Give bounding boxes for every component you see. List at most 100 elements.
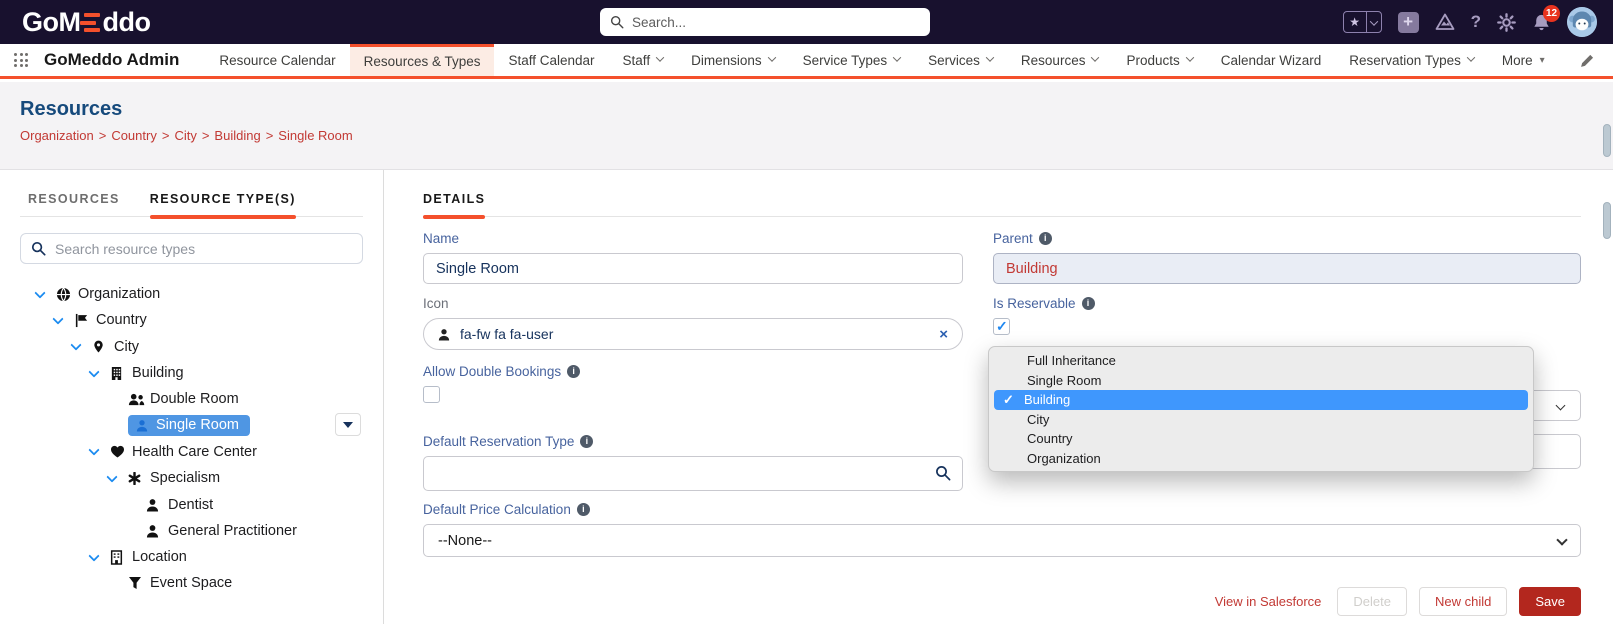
tab-resources[interactable]: Resources bbox=[1007, 44, 1113, 76]
chevron-down-icon bbox=[986, 53, 994, 61]
chevron-down-icon bbox=[893, 53, 901, 61]
trailhead-icon[interactable] bbox=[1435, 13, 1455, 31]
tree-item-single-room[interactable]: Single Room bbox=[20, 412, 363, 438]
info-icon[interactable]: i bbox=[1082, 297, 1095, 310]
tab-more[interactable]: More▾ bbox=[1488, 44, 1559, 76]
tab-resources-and-types[interactable]: Resources & Types bbox=[350, 44, 495, 76]
chevron-down-icon bbox=[1467, 53, 1475, 61]
favorites-control[interactable]: ★ bbox=[1343, 11, 1382, 33]
breadcrumb-building[interactable]: Building bbox=[214, 128, 260, 143]
tree-collapse-chevron-icon[interactable] bbox=[106, 476, 128, 481]
app-launcher-waffle-icon[interactable] bbox=[14, 53, 28, 67]
scrollbar-thumb[interactable] bbox=[1603, 124, 1611, 157]
breadcrumb-organization[interactable]: Organization bbox=[20, 128, 94, 143]
tab-reservation-types[interactable]: Reservation Types bbox=[1335, 44, 1488, 76]
tab-resource-types[interactable]: RESOURCE TYPE(S) bbox=[150, 192, 296, 216]
resource-type-search[interactable] bbox=[20, 233, 363, 264]
tree-item-general-practitioner[interactable]: General Practitioner bbox=[20, 518, 363, 544]
tree-collapse-chevron-icon[interactable] bbox=[88, 555, 110, 560]
info-icon[interactable]: i bbox=[580, 435, 593, 448]
view-in-salesforce-link[interactable]: View in Salesforce bbox=[1215, 594, 1322, 609]
user-avatar[interactable] bbox=[1567, 7, 1597, 37]
tree-item-dentist[interactable]: Dentist bbox=[20, 491, 363, 517]
tree-item-selected-pill[interactable]: Single Room bbox=[128, 415, 250, 436]
info-icon[interactable]: i bbox=[567, 365, 580, 378]
dropdown-option-city[interactable]: City bbox=[989, 410, 1533, 430]
app-navbar: GoMeddo Admin Resource Calendar Resource… bbox=[0, 44, 1613, 79]
global-actions-icon[interactable]: + bbox=[1398, 12, 1419, 33]
info-icon[interactable]: i bbox=[1039, 232, 1052, 245]
default-price-calculation-label: Default Price Calculationi bbox=[423, 502, 1581, 517]
tab-details[interactable]: DETAILS bbox=[423, 192, 485, 216]
tree-item-health-care-center[interactable]: Health Care Center bbox=[20, 439, 363, 465]
tree-collapse-chevron-icon[interactable] bbox=[70, 344, 92, 349]
search-icon bbox=[610, 15, 624, 29]
tab-staff[interactable]: Staff bbox=[609, 44, 678, 76]
tab-dimensions[interactable]: Dimensions bbox=[677, 44, 789, 76]
scrollbar-thumb[interactable] bbox=[1603, 202, 1611, 239]
search-icon[interactable] bbox=[935, 465, 951, 481]
tree-item-location[interactable]: Location bbox=[20, 544, 363, 570]
global-search[interactable] bbox=[600, 8, 930, 36]
tab-staff-calendar[interactable]: Staff Calendar bbox=[494, 44, 608, 76]
tree-item-country[interactable]: Country bbox=[20, 307, 363, 333]
chevron-down-icon bbox=[656, 53, 664, 61]
setup-gear-icon[interactable] bbox=[1497, 13, 1516, 32]
edit-pencil-icon[interactable] bbox=[1580, 53, 1595, 68]
tree-item-building[interactable]: Building bbox=[20, 360, 363, 386]
tree-collapse-chevron-icon[interactable] bbox=[34, 292, 56, 297]
favorites-caret-icon[interactable] bbox=[1366, 12, 1381, 32]
help-icon[interactable]: ? bbox=[1471, 12, 1481, 32]
tree-item-specialism[interactable]: Specialism bbox=[20, 465, 363, 491]
tree-item-organization[interactable]: Organization bbox=[20, 281, 363, 307]
asterisk-icon bbox=[128, 472, 150, 485]
star-icon[interactable]: ★ bbox=[1344, 12, 1366, 32]
name-input[interactable] bbox=[423, 253, 963, 284]
tree-collapse-chevron-icon[interactable] bbox=[88, 449, 110, 454]
notification-badge: 12 bbox=[1543, 5, 1560, 22]
breadcrumb-city[interactable]: City bbox=[174, 128, 196, 143]
dropdown-option-building-selected[interactable]: ✓ Building bbox=[994, 390, 1528, 410]
global-search-input[interactable] bbox=[632, 15, 920, 30]
form-actions: View in Salesforce Delete New child Save bbox=[423, 587, 1581, 616]
breadcrumb-single-room[interactable]: Single Room bbox=[278, 128, 352, 143]
tab-resource-calendar[interactable]: Resource Calendar bbox=[205, 44, 349, 76]
breadcrumb-country[interactable]: Country bbox=[111, 128, 157, 143]
delete-button[interactable]: Delete bbox=[1337, 587, 1407, 616]
tab-products[interactable]: Products bbox=[1112, 44, 1206, 76]
user-icon bbox=[136, 419, 156, 432]
is-reservable-checkbox[interactable] bbox=[993, 318, 1010, 335]
default-price-calculation-select[interactable]: --None-- bbox=[423, 524, 1581, 557]
dropdown-option-single-room[interactable]: Single Room bbox=[989, 371, 1533, 391]
default-reservation-type-input[interactable] bbox=[423, 456, 963, 491]
tab-calendar-wizard[interactable]: Calendar Wizard bbox=[1207, 44, 1336, 76]
global-header: GoM ddo ★ + ? bbox=[0, 0, 1613, 44]
resource-type-search-input[interactable] bbox=[55, 241, 352, 257]
tab-resources-list[interactable]: RESOURCES bbox=[28, 192, 120, 216]
notifications-control[interactable]: 12 bbox=[1532, 13, 1551, 32]
tree-collapse-chevron-icon[interactable] bbox=[88, 371, 110, 376]
dropdown-option-full-inheritance[interactable]: Full Inheritance bbox=[989, 351, 1533, 371]
clear-icon-button[interactable]: × bbox=[939, 326, 948, 343]
tab-service-types[interactable]: Service Types bbox=[789, 44, 915, 76]
save-button[interactable]: Save bbox=[1519, 587, 1581, 616]
parent-type-dropdown-menu: Full Inheritance Single Room ✓ Building … bbox=[988, 346, 1534, 472]
dropdown-option-country[interactable]: Country bbox=[989, 429, 1533, 449]
tree-item-event-space[interactable]: Event Space bbox=[20, 570, 363, 596]
gomeddo-logo[interactable]: GoM ddo bbox=[22, 7, 150, 38]
allow-double-bookings-checkbox[interactable] bbox=[423, 386, 440, 403]
header-utility-icons: ★ + ? 12 bbox=[1343, 0, 1597, 44]
default-reservation-type-lookup bbox=[423, 456, 963, 491]
tree-item-city[interactable]: City bbox=[20, 334, 363, 360]
tree-item-double-room[interactable]: Double Room bbox=[20, 386, 363, 412]
tab-services[interactable]: Services bbox=[914, 44, 1007, 76]
new-child-button[interactable]: New child bbox=[1419, 587, 1507, 616]
tree-item-menu-button[interactable] bbox=[335, 413, 361, 436]
is-reservable-label: Is Reservablei bbox=[993, 296, 1581, 311]
allow-double-bookings-label: Allow Double Bookingsi bbox=[423, 364, 963, 379]
tree-collapse-chevron-icon[interactable] bbox=[52, 318, 74, 323]
info-icon[interactable]: i bbox=[577, 503, 590, 516]
left-panel-tabs: RESOURCES RESOURCE TYPE(S) bbox=[20, 188, 363, 217]
dropdown-option-organization[interactable]: Organization bbox=[989, 449, 1533, 469]
icon-input[interactable]: fa-fw fa fa-user × bbox=[423, 318, 963, 350]
